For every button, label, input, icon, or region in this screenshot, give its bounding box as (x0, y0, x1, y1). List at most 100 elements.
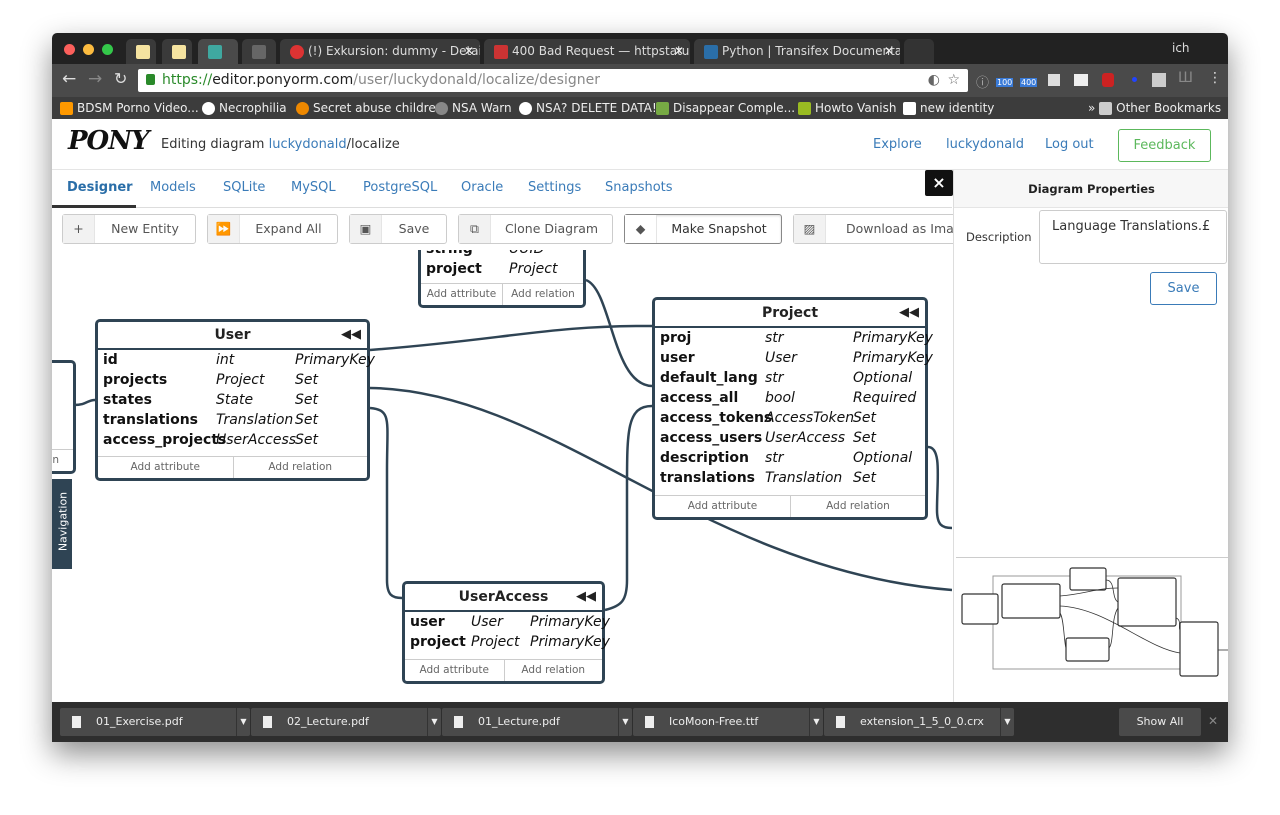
u-extension-icon[interactable] (1152, 73, 1166, 87)
download-menu-chevron-icon[interactable]: ▼ (809, 708, 823, 736)
extension-dot-icon[interactable] (1132, 77, 1137, 82)
download-menu-chevron-icon[interactable]: ▼ (1000, 708, 1014, 736)
collapse-icon[interactable]: ◀◀ (899, 300, 919, 326)
reload-icon[interactable]: ↻ (114, 69, 127, 88)
plug-extension-icon[interactable] (1048, 74, 1060, 86)
tab-settings[interactable]: Settings (528, 180, 581, 195)
download-item[interactable]: 02_Lecture.pdf ▼ (251, 708, 441, 736)
bookmark-8[interactable]: new identity (903, 97, 994, 119)
entity-row[interactable]: project Project PrimaryKey (405, 632, 610, 652)
entity-row[interactable]: access_tokens AccessToken Set (655, 408, 925, 428)
diagram-canvas[interactable]: Navigation on stringUUID projectProject … (52, 250, 952, 702)
close-tab-icon[interactable]: ✕ (674, 39, 684, 64)
translate-icon[interactable]: ◐ (928, 69, 940, 92)
description-textarea[interactable]: Language Translations.£ (1039, 210, 1227, 264)
extension-badge-400[interactable]: 400 (1020, 78, 1038, 87)
new-tab-button[interactable] (904, 39, 934, 64)
tab-blank[interactable] (242, 39, 276, 64)
show-all-downloads-button[interactable]: Show All (1119, 708, 1201, 736)
explore-link[interactable]: Explore (873, 137, 922, 152)
tab-transifex[interactable]: Python | Transifex Documenta ✕ (694, 39, 900, 64)
entity-user[interactable]: User ◀◀ id int PrimaryKey projects Project Set… (95, 319, 375, 481)
collapse-icon[interactable]: ◀◀ (341, 322, 361, 348)
download-item[interactable]: 01_Exercise.pdf ▼ (60, 708, 250, 736)
panel-save-button[interactable]: Save (1150, 272, 1217, 305)
entity-row[interactable]: project Project (421, 259, 583, 279)
logout-link[interactable]: Log out (1045, 137, 1094, 152)
entity-row[interactable]: translations Translation Set (98, 410, 367, 430)
user-link[interactable]: luckydonald (946, 137, 1024, 152)
tab-af-1[interactable] (126, 39, 156, 64)
save-button[interactable]: ▣ Save (349, 214, 447, 244)
add-attribute-link[interactable]: Add attribute (98, 457, 233, 478)
entity-partial-left[interactable]: on (52, 360, 76, 474)
entity-row[interactable]: translations Translation Set (655, 468, 925, 488)
make-snapshot-button[interactable]: ◆ Make Snapshot (624, 214, 782, 244)
bookmark-7[interactable]: Howto Vanish (798, 97, 896, 119)
minimap[interactable] (956, 557, 1228, 702)
add-attribute-link[interactable]: Add attribute (655, 496, 790, 517)
download-item[interactable]: extension_1_5_0_0.crx ▼ (824, 708, 1014, 736)
navigation-tab[interactable]: Navigation (52, 479, 72, 569)
maximize-window-button[interactable] (102, 44, 113, 55)
close-window-button[interactable] (64, 44, 75, 55)
entity-row[interactable]: description str Optional (655, 448, 925, 468)
download-item[interactable]: IcoMoon-Free.ttf ▼ (633, 708, 823, 736)
entity-row[interactable]: stringUUID (421, 250, 583, 259)
entity-row[interactable]: proj str PrimaryKey (655, 328, 933, 348)
feedback-button[interactable]: Feedback (1118, 129, 1211, 162)
entity-row[interactable]: access_projects UserAccess Set (98, 430, 367, 450)
other-bookmarks[interactable]: » Other Bookmarks (1088, 97, 1221, 119)
bookmark-4[interactable]: NSA Warn (435, 97, 512, 119)
new-entity-button[interactable]: + New Entity (62, 214, 196, 244)
back-icon[interactable]: ← (62, 69, 76, 89)
collapse-icon[interactable]: ◀◀ (576, 584, 596, 610)
minimize-window-button[interactable] (83, 44, 94, 55)
close-panel-button[interactable]: × (925, 170, 953, 196)
profile-name[interactable]: ich (1172, 41, 1190, 55)
tab-sqlite[interactable]: SQLite (223, 180, 265, 195)
w-extension-icon[interactable]: Ш (1178, 70, 1193, 86)
tab-bad-request[interactable]: 400 Bad Request — httpstatus ✕ (484, 39, 690, 64)
tab-models[interactable]: Models (150, 180, 196, 195)
forward-icon[interactable]: → (88, 69, 102, 89)
clone-diagram-button[interactable]: ⧉ Clone Diagram (458, 214, 613, 244)
entity-partial-top[interactable]: stringUUID projectProject Add attributeA… (418, 250, 586, 308)
entity-row[interactable]: default_lang str Optional (655, 368, 925, 388)
entity-project[interactable]: Project ◀◀ proj str PrimaryKey user User Prima… (652, 297, 933, 520)
tab-oracle[interactable]: Oracle (461, 180, 503, 195)
add-attribute-link[interactable]: Add attribute (405, 660, 504, 681)
entity-row[interactable]: states State Set (98, 390, 367, 410)
tab-exkursion[interactable]: (!) Exkursion: dummy - Detail ✕ (280, 39, 480, 64)
add-relation-link[interactable]: Add relation (790, 496, 925, 517)
pony-logo[interactable]: PONY (68, 126, 150, 156)
entity-row[interactable]: access_all bool Required (655, 388, 925, 408)
add-relation-link[interactable]: Add relation (502, 284, 583, 305)
info-extension-icon[interactable]: ⓘ (976, 72, 989, 91)
entity-row[interactable]: id int PrimaryKey (98, 350, 375, 370)
close-downloads-icon[interactable]: ✕ (1208, 714, 1218, 728)
entity-useraccess[interactable]: UserAccess ◀◀ user User PrimaryKey project Pr… (402, 581, 610, 684)
bookmark-3[interactable]: Secret abuse children (296, 97, 443, 119)
entity-row[interactable]: projects Project Set (98, 370, 367, 390)
entity-row[interactable]: access_users UserAccess Set (655, 428, 925, 448)
download-menu-chevron-icon[interactable]: ▼ (618, 708, 632, 736)
menu-icon[interactable]: ⋮ (1208, 70, 1222, 86)
add-relation-link[interactable]: Add relation (503, 660, 603, 681)
bookmark-1[interactable]: BDSM Porno Video... (60, 97, 199, 119)
bookmark-2[interactable]: Necrophilia (202, 97, 287, 119)
ublock-icon[interactable] (1102, 73, 1114, 87)
tab-af-2[interactable] (162, 39, 192, 64)
entity-row[interactable]: user User PrimaryKey (405, 612, 610, 632)
bookmark-5[interactable]: NSA? DELETE DATA! (519, 97, 657, 119)
url-field[interactable]: https://editor.ponyorm.com/user/luckydon… (138, 69, 968, 92)
tab-mysql[interactable]: MySQL (291, 180, 336, 195)
download-item[interactable]: 01_Lecture.pdf ▼ (442, 708, 632, 736)
diagram-owner-link[interactable]: luckydonald (269, 137, 347, 152)
tab-designer[interactable]: Designer (67, 180, 133, 195)
bookmark-star-icon[interactable]: ☆ (947, 69, 960, 92)
tab-postgresql[interactable]: PostgreSQL (363, 180, 437, 195)
expand-all-button[interactable]: ⏩ Expand All (207, 214, 338, 244)
tab-pony-active[interactable] (198, 39, 238, 64)
extension-badge-100[interactable]: 100 (996, 78, 1014, 87)
